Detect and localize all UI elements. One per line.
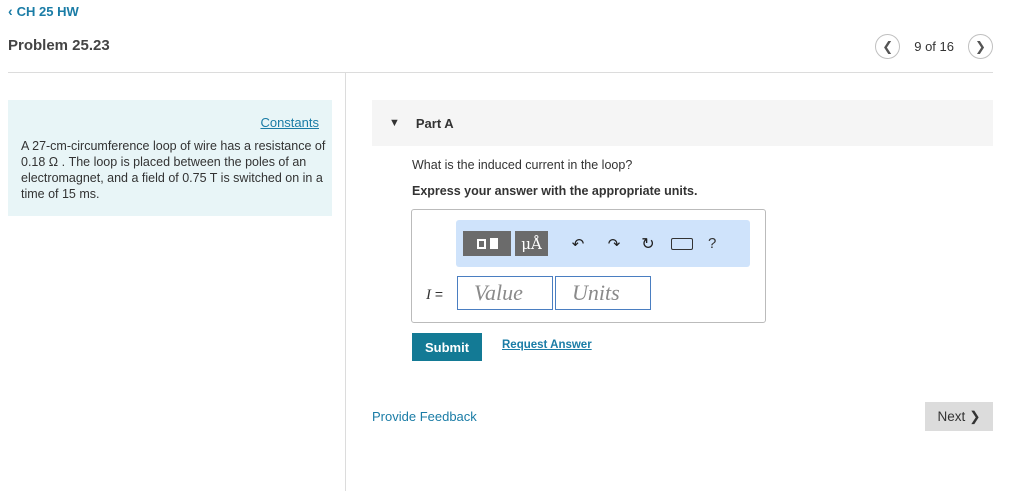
answer-box: μÅ ↶ ↷ ↻ ? I = Value Units: [411, 209, 766, 323]
problem-statement: A 27-cm-circumference loop of wire has a…: [21, 139, 326, 201]
next-problem-button[interactable]: ❯: [968, 34, 993, 59]
units-input[interactable]: Units: [555, 276, 651, 310]
instruction-text: Express your answer with the appropriate…: [412, 184, 698, 198]
problem-info-panel: Constants A 27-cm-circumference loop of …: [8, 100, 332, 216]
problem-pager: ❮ 9 of 16 ❯: [875, 34, 993, 59]
submit-button[interactable]: Submit: [412, 333, 482, 361]
chevron-left-icon: ❮: [882, 38, 894, 54]
redo-icon[interactable]: ↷: [603, 235, 625, 253]
math-toolbar: μÅ ↶ ↷ ↻ ?: [456, 220, 750, 267]
reset-icon[interactable]: ↻: [637, 234, 659, 254]
back-link-label: CH 25 HW: [16, 3, 79, 19]
chevron-left-icon: ‹: [8, 3, 13, 19]
header-divider: [8, 72, 993, 73]
part-label: Part A: [415, 115, 454, 131]
caret-down-icon: ▼: [389, 117, 400, 129]
previous-problem-button[interactable]: ❮: [875, 34, 901, 59]
problem-title: Problem 25.23: [8, 37, 110, 54]
templates-button[interactable]: [463, 231, 511, 256]
answer-variable-label: I =: [426, 286, 443, 304]
units-button[interactable]: μÅ: [515, 231, 548, 256]
variable-symbol: I: [426, 287, 431, 303]
template-box-icon: [476, 238, 486, 249]
constants-link[interactable]: Constants: [260, 115, 319, 130]
undo-icon[interactable]: ↶: [567, 235, 589, 253]
provide-feedback-link[interactable]: Provide Feedback: [372, 409, 477, 424]
part-a-header[interactable]: ▼ Part A: [372, 100, 993, 146]
next-button-label: Next: [937, 409, 966, 424]
column-divider: [345, 72, 346, 491]
template-fill-icon: [489, 238, 498, 249]
back-link[interactable]: ‹ CH 25 HW: [8, 3, 79, 19]
value-input[interactable]: Value: [457, 276, 553, 310]
chevron-right-icon: ❯: [975, 38, 986, 54]
request-answer-link[interactable]: Request Answer: [502, 339, 592, 351]
question-text: What is the induced current in the loop?: [412, 158, 633, 172]
keyboard-icon[interactable]: [671, 237, 693, 250]
problem-count: 9 of 16: [914, 39, 954, 54]
help-button[interactable]: ?: [708, 235, 716, 252]
next-button[interactable]: Next ❯: [925, 402, 993, 431]
equals-sign: =: [434, 286, 444, 302]
chevron-right-icon: ❯: [969, 408, 981, 424]
